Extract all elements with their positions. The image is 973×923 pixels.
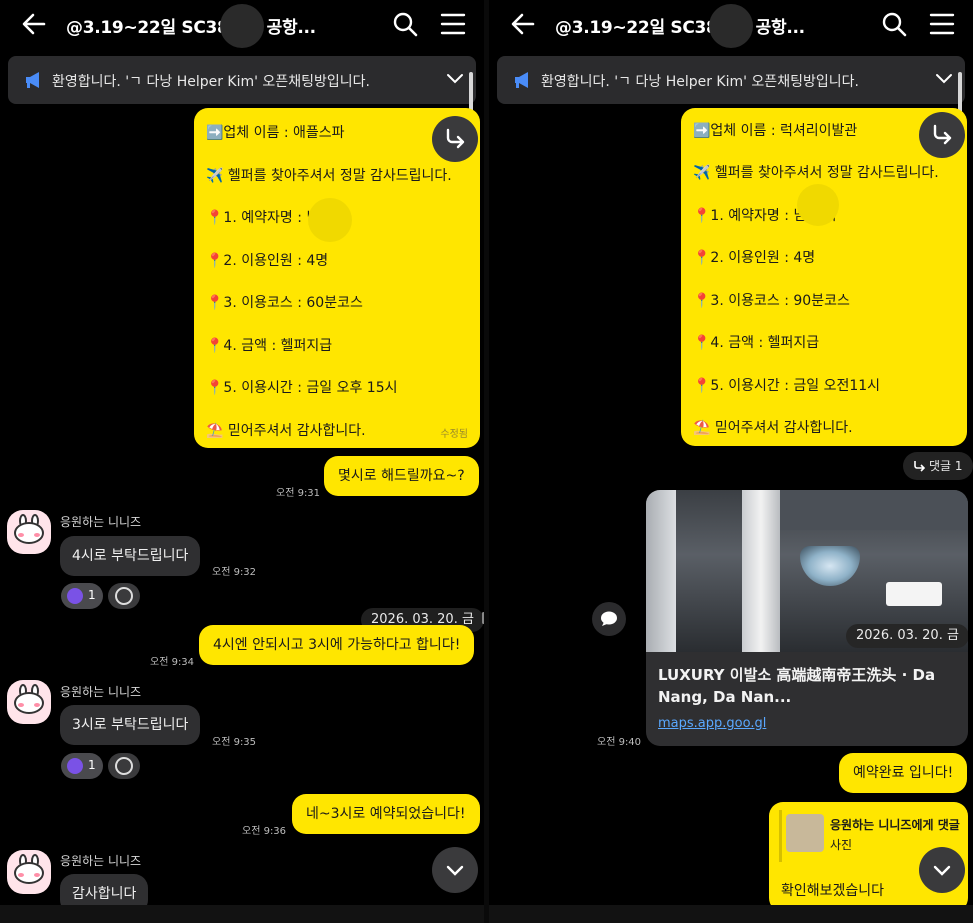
card-line: 📍4. 금액 : 헬퍼지급 xyxy=(206,338,333,354)
message-time: 오전 9:34 xyxy=(150,657,195,668)
chevron-down-icon xyxy=(446,865,464,876)
quoted-photo-thumbnail xyxy=(786,814,824,852)
menu-icon[interactable] xyxy=(929,12,955,36)
chat-header: @3.19~22일 SC38 4인 공항... xyxy=(0,0,484,50)
link-preview-card[interactable]: 2026. 03. 20. 금 LUXURY 이발소 高端越南帝王洗头 · Da… xyxy=(646,490,968,746)
card-line: 📍3. 이용코스 : 90분코스 xyxy=(693,293,850,309)
message-bubble: 3시로 부탁드립니다 xyxy=(60,705,201,745)
card-line: ➡️업체 이름 : 럭셔리이발관 xyxy=(693,123,858,139)
card-line: 📍5. 이용시간 : 금일 오전11시 xyxy=(693,378,881,394)
message-time: 오전 9:40 xyxy=(597,737,642,748)
speech-bubble-icon xyxy=(601,611,617,626)
sender-name: 응원하는 니니즈 xyxy=(60,515,142,529)
avatar[interactable] xyxy=(7,850,51,894)
share-button[interactable] xyxy=(919,112,965,158)
blurred-name xyxy=(797,184,839,226)
message-bubble: 예약완료 입니다! xyxy=(839,753,968,793)
reply-target-type: 사진 xyxy=(830,838,853,852)
reaction-count: 1 xyxy=(88,588,96,602)
menu-icon[interactable] xyxy=(440,12,466,36)
thumbs-up-icon xyxy=(67,758,83,774)
message-time: 오전 9:35 xyxy=(212,737,257,748)
chat-title: @3.19~22일 SC38 4인 공항... xyxy=(555,18,805,38)
back-arrow-icon[interactable] xyxy=(509,10,537,38)
add-reaction-button[interactable] xyxy=(108,753,140,779)
share-arrow-icon xyxy=(446,128,465,149)
card-line: ⛱️ 믿어주셔서 감사합니다. xyxy=(206,423,366,439)
chat-title: @3.19~22일 SC38 4인 공항... xyxy=(66,18,316,38)
card-line: 📍3. 이용코스 : 60분코스 xyxy=(206,295,363,311)
reaction-chip[interactable]: 1 xyxy=(61,753,103,779)
card-line: ⛱️ 믿어주셔서 감사합니다. xyxy=(693,420,853,436)
search-icon[interactable] xyxy=(881,11,907,37)
notice-banner[interactable]: 환영합니다. 'ㄱ 다낭 Helper Kim' 오픈채팅방입니다. xyxy=(8,56,476,104)
message-time: 오전 9:32 xyxy=(212,567,257,578)
scroll-down-button[interactable] xyxy=(432,847,478,893)
megaphone-icon xyxy=(515,72,528,88)
right-chat-screen: @3.19~22일 SC38 4인 공항... 환영합니다. 'ㄱ 다낭 Hel… xyxy=(489,0,973,923)
card-line: 📍2. 이용인원 : 4명 xyxy=(206,253,329,269)
comment-button[interactable] xyxy=(592,602,626,636)
card-line: ➡️업체 이름 : 애플스파 xyxy=(206,125,345,141)
avatar[interactable] xyxy=(7,510,51,554)
sender-name: 응원하는 니니즈 xyxy=(60,854,142,868)
scroll-down-button[interactable] xyxy=(919,847,965,893)
add-reaction-button[interactable] xyxy=(108,583,140,609)
card-line: 📍4. 금액 : 헬퍼지급 xyxy=(693,335,820,351)
reply-target-name: 응원하는 니니즈에게 댓글 xyxy=(830,818,960,832)
link-url[interactable]: maps.app.goo.gl xyxy=(658,716,766,731)
search-icon[interactable] xyxy=(392,11,418,37)
chevron-down-icon[interactable] xyxy=(935,72,953,86)
avatar[interactable] xyxy=(7,680,51,724)
chevron-down-icon[interactable] xyxy=(446,72,464,86)
reply-count-chip[interactable]: 댓글 1 xyxy=(903,452,973,480)
reply-arrow-icon xyxy=(914,461,925,472)
message-time: 오전 9:36 xyxy=(242,826,287,837)
share-button[interactable] xyxy=(432,116,478,162)
card-line: ✈️ 헬퍼를 찾아주셔서 정말 감사드립니다. xyxy=(206,168,452,184)
message-time: 오전 9:31 xyxy=(276,488,321,499)
message-bubble: 4시로 부탁드립니다 xyxy=(60,536,201,576)
share-arrow-icon xyxy=(933,124,952,145)
back-arrow-icon[interactable] xyxy=(20,10,48,38)
notice-text: 환영합니다. 'ㄱ 다낭 Helper Kim' 오픈채팅방입니다. xyxy=(541,74,859,90)
reply-text: 확인해보겠습니다 xyxy=(781,883,885,899)
booking-card: ➡️업체 이름 : 럭셔리이발관 ✈️ 헬퍼를 찾아주셔서 정말 감사드립니다.… xyxy=(681,108,967,446)
card-line: 📍5. 이용시간 : 금일 오후 15시 xyxy=(206,380,398,396)
reply-count: 댓글 1 xyxy=(929,459,963,473)
message-bubble: 네~3시로 예약되었습니다! xyxy=(292,794,480,834)
notice-banner[interactable]: 환영합니다. 'ㄱ 다낭 Helper Kim' 오픈채팅방입니다. xyxy=(497,56,965,104)
chevron-down-icon xyxy=(933,865,951,876)
thumbs-up-icon xyxy=(67,588,83,604)
megaphone-icon xyxy=(26,72,39,88)
card-line: 📍2. 이용인원 : 4명 xyxy=(693,250,816,266)
message-input-bar[interactable] xyxy=(0,905,484,923)
reaction-chip[interactable]: 1 xyxy=(61,583,103,609)
smiley-plus-icon xyxy=(115,587,133,605)
message-bubble: 몇시로 해드릴까요~? xyxy=(324,456,479,496)
chat-header: @3.19~22일 SC38 4인 공항... xyxy=(489,0,973,50)
message-input-bar[interactable] xyxy=(489,905,973,923)
smiley-plus-icon xyxy=(115,757,133,775)
blurred-avatar xyxy=(709,4,753,48)
reaction-count: 1 xyxy=(88,758,96,772)
date-chip: 2026. 03. 20. 금 xyxy=(846,624,968,648)
booking-card: ➡️업체 이름 : 애플스파 ✈️ 헬퍼를 찾아주셔서 정말 감사드립니다. 📍… xyxy=(194,108,480,448)
card-line: ✈️ 헬퍼를 찾아주셔서 정말 감사드립니다. xyxy=(693,165,939,181)
message-bubble: 4시엔 안되시고 3시에 가능하다고 합니다! xyxy=(199,625,475,665)
edited-label: 수정됨 xyxy=(440,429,468,440)
blurred-avatar xyxy=(220,4,264,48)
blurred-name xyxy=(308,198,352,242)
link-title: LUXURY 이발소 高端越南帝王洗头 · Da Nang, Da Nan... xyxy=(658,666,936,706)
sender-name: 응원하는 니니즈 xyxy=(60,685,142,699)
left-chat-screen: @3.19~22일 SC38 4인 공항... 환영합니다. 'ㄱ 다낭 Hel… xyxy=(0,0,484,923)
notice-text: 환영합니다. 'ㄱ 다낭 Helper Kim' 오픈채팅방입니다. xyxy=(52,74,370,90)
